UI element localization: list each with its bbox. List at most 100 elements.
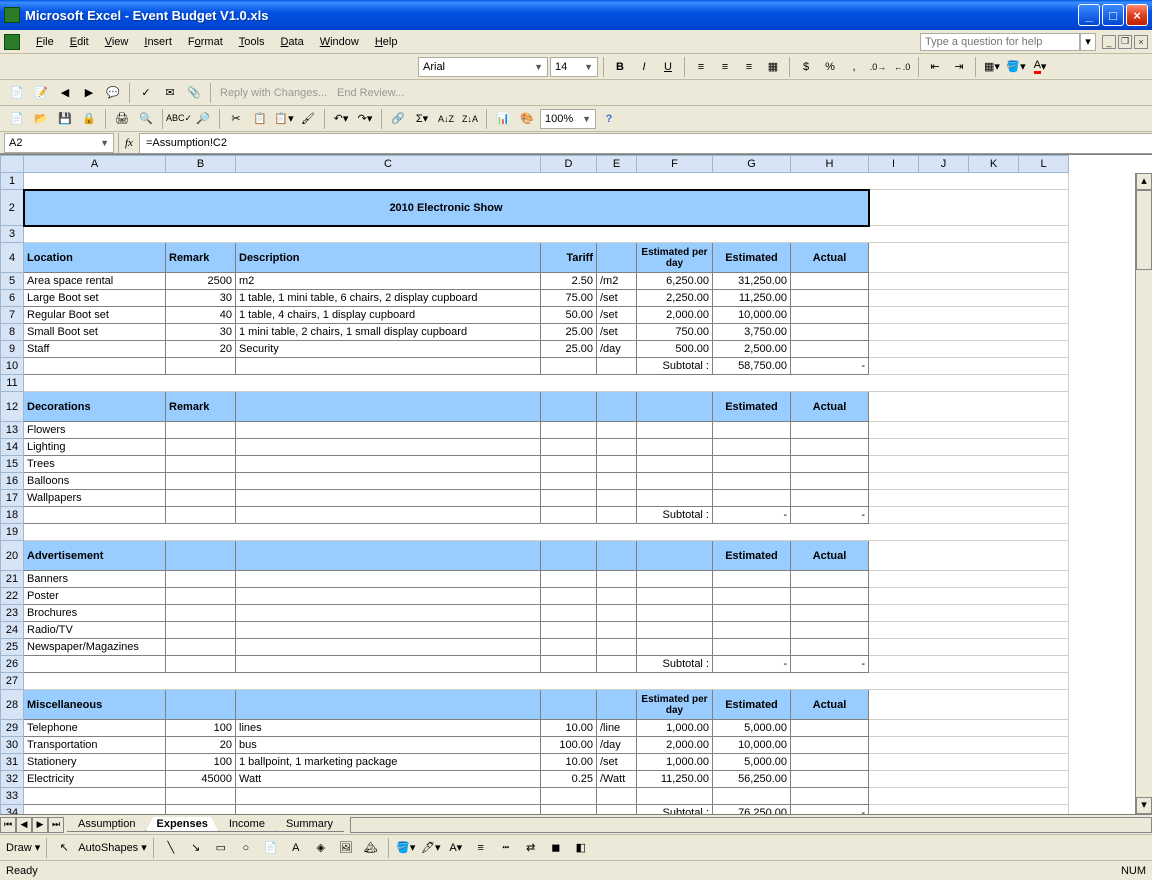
font-color-draw-button[interactable]: A▾: [445, 837, 467, 859]
cell[interactable]: Actual: [791, 243, 869, 273]
merge-center-button[interactable]: ▦: [762, 56, 784, 78]
arrow-style-button[interactable]: ⇄: [520, 837, 542, 859]
cell[interactable]: [637, 571, 713, 588]
cell[interactable]: [713, 622, 791, 639]
cell[interactable]: [713, 571, 791, 588]
cell[interactable]: 20: [166, 341, 236, 358]
cell[interactable]: 11,250.00: [637, 771, 713, 788]
cell[interactable]: 2,250.00: [637, 290, 713, 307]
clipart-button[interactable]: 🖼: [335, 837, 357, 859]
cell[interactable]: [236, 422, 541, 439]
save-button[interactable]: 💾: [54, 108, 76, 130]
cell[interactable]: 58,750.00: [713, 358, 791, 375]
line-color-button[interactable]: 🖊▾: [420, 837, 442, 859]
cell[interactable]: Radio/TV: [24, 622, 166, 639]
row-header[interactable]: 27: [1, 673, 24, 690]
ink-button[interactable]: ✓: [135, 82, 157, 104]
permission-button[interactable]: 🔒: [78, 108, 100, 130]
cell[interactable]: /day: [597, 341, 637, 358]
col-G[interactable]: G: [713, 156, 791, 173]
cell[interactable]: /set: [597, 307, 637, 324]
cell[interactable]: 40: [166, 307, 236, 324]
3d-button[interactable]: ◧: [570, 837, 592, 859]
cell[interactable]: [713, 439, 791, 456]
menu-help[interactable]: Help: [367, 34, 406, 50]
row-header[interactable]: 3: [1, 226, 24, 243]
cell[interactable]: Advertisement: [24, 541, 166, 571]
prev-comment-button[interactable]: ◀: [54, 82, 76, 104]
cell[interactable]: [166, 788, 236, 805]
col-E[interactable]: E: [597, 156, 637, 173]
cell[interactable]: [791, 605, 869, 622]
cell[interactable]: [791, 473, 869, 490]
wordart-button[interactable]: A: [285, 837, 307, 859]
cell[interactable]: 2,500.00: [713, 341, 791, 358]
cell[interactable]: [597, 571, 637, 588]
show-comment-button[interactable]: 💬: [102, 82, 124, 104]
vertical-scrollbar[interactable]: ▴ ▾: [1135, 173, 1152, 814]
cell[interactable]: 75.00: [541, 290, 597, 307]
chart-wizard-button[interactable]: 📊: [492, 108, 514, 130]
cell[interactable]: [791, 439, 869, 456]
help-button[interactable]: ?: [598, 108, 620, 130]
cell[interactable]: [637, 788, 713, 805]
menu-edit[interactable]: Edit: [62, 34, 97, 50]
redo-button[interactable]: ↷▾: [354, 108, 376, 130]
menu-window[interactable]: Window: [312, 34, 367, 50]
print-button[interactable]: 🖨: [111, 108, 133, 130]
cell[interactable]: [541, 456, 597, 473]
cell[interactable]: [236, 456, 541, 473]
tab-nav-last[interactable]: ⏭: [48, 817, 64, 833]
cell[interactable]: [713, 422, 791, 439]
cell[interactable]: -: [713, 656, 791, 673]
cell[interactable]: 30: [166, 290, 236, 307]
cell[interactable]: 25.00: [541, 341, 597, 358]
cell[interactable]: Miscellaneous: [24, 690, 166, 720]
paste-button[interactable]: 📋▾: [273, 108, 295, 130]
fill-color-draw-button[interactable]: 🪣▾: [395, 837, 417, 859]
increase-decimal-button[interactable]: .0→: [867, 56, 889, 78]
decrease-decimal-button[interactable]: ←.0: [891, 56, 913, 78]
cell[interactable]: [597, 243, 637, 273]
cell[interactable]: [541, 439, 597, 456]
cell[interactable]: [541, 588, 597, 605]
cell[interactable]: [597, 439, 637, 456]
scroll-down-button[interactable]: ▾: [1136, 797, 1152, 814]
cell[interactable]: [597, 473, 637, 490]
cell[interactable]: -: [791, 805, 869, 815]
cell[interactable]: [166, 490, 236, 507]
cell[interactable]: [236, 622, 541, 639]
row-header[interactable]: 11: [1, 375, 24, 392]
cell[interactable]: [597, 422, 637, 439]
cell[interactable]: [541, 639, 597, 656]
cut-button[interactable]: ✂: [225, 108, 247, 130]
row-header[interactable]: 20: [1, 541, 24, 571]
menu-file[interactable]: File: [28, 34, 62, 50]
row-header[interactable]: 25: [1, 639, 24, 656]
cell[interactable]: [541, 622, 597, 639]
cell[interactable]: 6,250.00: [637, 273, 713, 290]
sort-desc-button[interactable]: Z↓A: [459, 108, 481, 130]
cell[interactable]: 45000: [166, 771, 236, 788]
cell[interactable]: [791, 456, 869, 473]
cell[interactable]: [713, 639, 791, 656]
row-header[interactable]: 34: [1, 805, 24, 815]
next-comment-button[interactable]: ▶: [78, 82, 100, 104]
row-header[interactable]: 30: [1, 737, 24, 754]
cell[interactable]: [236, 439, 541, 456]
cell[interactable]: 100.00: [541, 737, 597, 754]
cell[interactable]: [166, 622, 236, 639]
row-header[interactable]: 21: [1, 571, 24, 588]
italic-button[interactable]: I: [633, 56, 655, 78]
row-header[interactable]: 5: [1, 273, 24, 290]
sheet-tab-expenses[interactable]: Expenses: [145, 817, 218, 832]
row-header[interactable]: 28: [1, 690, 24, 720]
cell[interactable]: Brochures: [24, 605, 166, 622]
name-box[interactable]: A2▼: [4, 133, 114, 153]
cell[interactable]: 500.00: [637, 341, 713, 358]
cell[interactable]: [166, 605, 236, 622]
open-button[interactable]: 📂: [30, 108, 52, 130]
scroll-thumb[interactable]: [1136, 190, 1152, 270]
cell[interactable]: 1,000.00: [637, 720, 713, 737]
col-J[interactable]: J: [919, 156, 969, 173]
